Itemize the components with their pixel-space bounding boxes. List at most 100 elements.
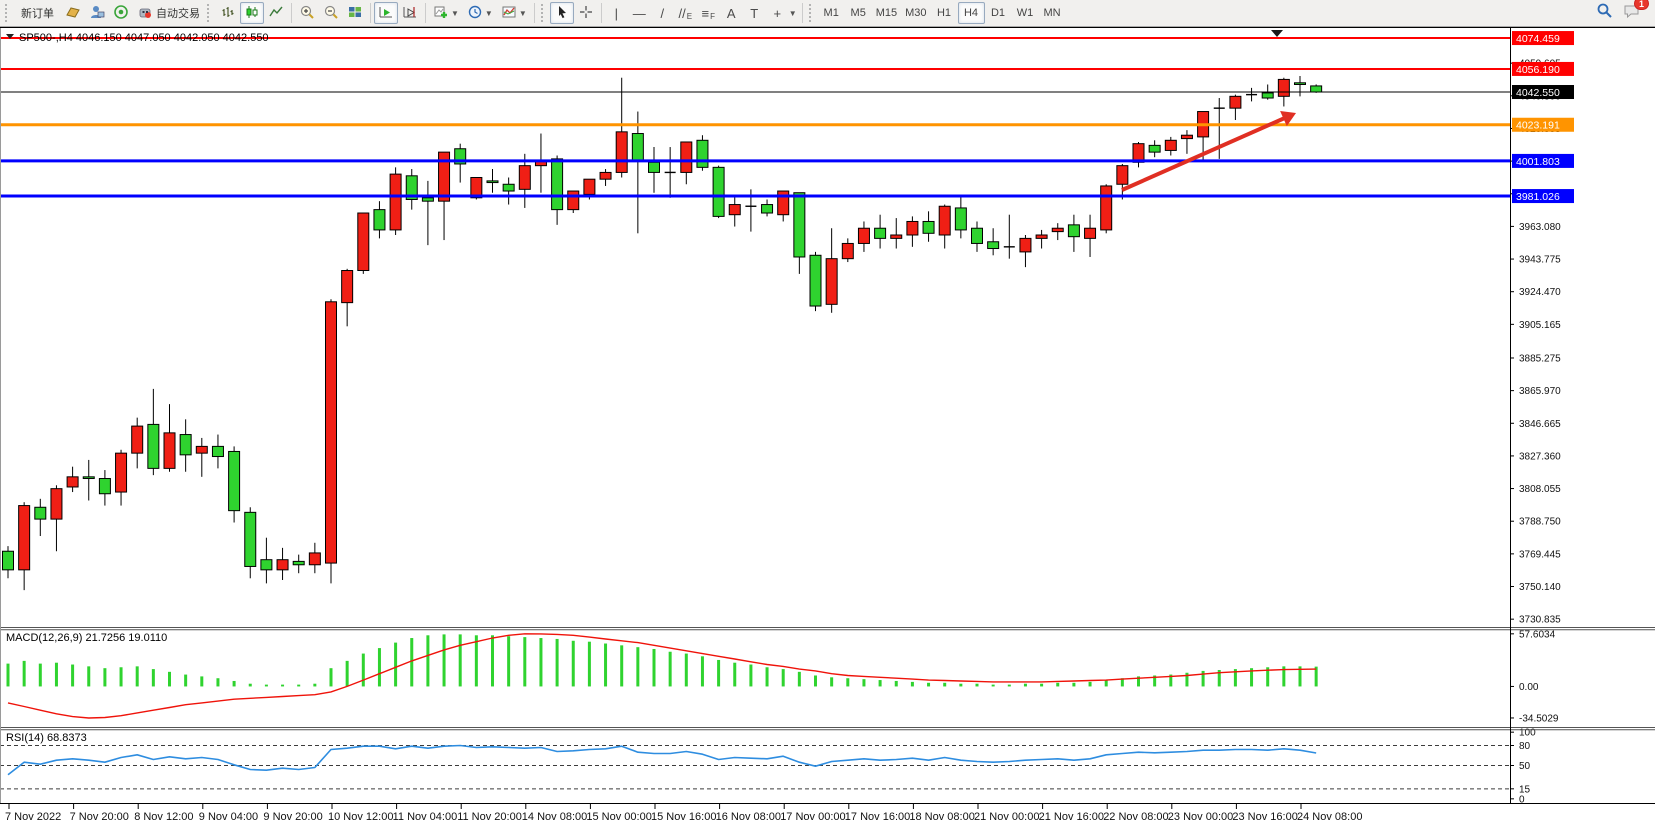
text-label-tool-button[interactable]: T [743, 2, 766, 24]
macd-bar [7, 664, 10, 687]
fibonacci-tool-button[interactable]: ≡F [697, 2, 720, 24]
candle-body [358, 213, 369, 270]
indicators-button[interactable]: ▼ [429, 2, 463, 24]
line-chart-button[interactable] [264, 2, 288, 24]
time-axis-label: 8 Nov 12:00 [134, 811, 193, 823]
chart-area[interactable]: 4059.6054040.3004020.9954001.6903982.385… [0, 27, 1655, 827]
signals-button[interactable] [109, 2, 133, 24]
chevron-down-icon: ▼ [789, 9, 797, 18]
time-axis-label: 7 Nov 2022 [5, 811, 61, 823]
timeframe-button-M5[interactable]: M5 [845, 2, 872, 24]
candle-body [245, 512, 256, 566]
candle-body [196, 446, 207, 453]
candle-body [762, 205, 773, 213]
time-axis-label: 21 Nov 16:00 [1039, 811, 1104, 823]
toolbar-grip[interactable] [5, 4, 9, 22]
macd-bar [539, 638, 542, 686]
candle-body [1068, 225, 1079, 237]
price-axis-label: 3730.835 [1519, 615, 1561, 626]
signal-radar-icon [113, 4, 129, 23]
macd-bar [943, 683, 946, 687]
macd-bar [1024, 684, 1027, 687]
zoom-out-button[interactable] [319, 2, 343, 24]
templates-button[interactable]: ▼ [497, 2, 531, 24]
timeframe-button-MN[interactable]: MN [1039, 2, 1066, 24]
community-button[interactable] [85, 2, 109, 24]
cursor-arrow-icon [554, 4, 570, 23]
trendline-tool-button[interactable]: / [651, 2, 674, 24]
time-axis-label: 9 Nov 20:00 [263, 811, 322, 823]
timeframe-button-D1[interactable]: D1 [985, 2, 1012, 24]
toolbar-separator [802, 3, 803, 23]
toolbar-grip[interactable] [809, 4, 813, 22]
time-axis-label: 18 Nov 08:00 [909, 811, 974, 823]
notifications-button[interactable]: 1 [1623, 3, 1641, 24]
macd-bar [620, 645, 623, 686]
macd-bar [701, 656, 704, 686]
price-axis-label: 3963.080 [1519, 222, 1561, 233]
candle-body [649, 162, 660, 172]
text-tool-button[interactable]: A [720, 2, 743, 24]
candle-body [342, 271, 353, 303]
candle-body [729, 205, 740, 215]
price-badge-label: 4074.459 [1516, 33, 1560, 45]
equidistant-channel-tool-button[interactable]: //E [674, 2, 697, 24]
time-axis-label: 11 Nov 20:00 [457, 811, 522, 823]
candle-body [810, 255, 821, 306]
chart-shift-button[interactable] [398, 2, 422, 24]
macd-bar [152, 669, 155, 686]
macd-axis-label: 57.6034 [1519, 629, 1556, 640]
timeframe-button-H1[interactable]: H1 [931, 2, 958, 24]
candlestick-chart-button[interactable] [240, 2, 264, 24]
time-axis-label: 10 Nov 12:00 [328, 811, 393, 823]
candle-body [616, 132, 627, 173]
price-axis-label: 3924.470 [1519, 287, 1561, 298]
auto-scroll-button[interactable] [374, 2, 398, 24]
search-icon[interactable] [1596, 2, 1613, 24]
macd-bar [71, 665, 74, 687]
time-axis-label: 21 Nov 00:00 [974, 811, 1039, 823]
periods-button[interactable]: ▼ [463, 2, 497, 24]
vertical-line-tool-button[interactable]: | [605, 2, 628, 24]
toolbar-grip[interactable] [541, 4, 545, 22]
timeframe-button-W1[interactable]: W1 [1012, 2, 1039, 24]
text-label-tool-icon: T [750, 6, 758, 21]
zoom-in-button[interactable] [295, 2, 319, 24]
timeframe-button-H4[interactable]: H4 [958, 2, 985, 24]
timeframe-button-M30[interactable]: M30 [901, 2, 930, 24]
timeframe-button-M1[interactable]: M1 [818, 2, 845, 24]
candle-body [1020, 238, 1031, 252]
bar-chart-button[interactable] [216, 2, 240, 24]
horizontal-line-tool-button[interactable]: — [628, 2, 651, 24]
timeframe-button-M15[interactable]: M15 [872, 2, 901, 24]
autotrading-button[interactable]: 自动交易 [133, 2, 204, 24]
price-axis-label: 3750.140 [1519, 582, 1561, 593]
macd-bar [103, 668, 106, 686]
macd-bar [959, 684, 962, 687]
time-axis-label: 11 Nov 04:00 [393, 811, 458, 823]
trendline-tool-icon: / [660, 6, 664, 21]
horizontal-line-tool-icon: — [633, 6, 646, 21]
candle-body [875, 228, 886, 238]
new-order-button[interactable]: 新订单 [14, 2, 61, 24]
rsi-axis-label: 50 [1519, 761, 1531, 772]
price-axis-label: 3846.665 [1519, 419, 1561, 430]
price-badge-label: 4042.550 [1516, 87, 1560, 99]
macd-bar [265, 685, 268, 687]
tile-windows-button[interactable] [343, 2, 367, 24]
price-axis-label: 3827.360 [1519, 451, 1561, 462]
candle-body [148, 424, 159, 468]
macd-bar [39, 664, 42, 687]
arrows-tool-button[interactable]: + [766, 2, 789, 24]
macd-bar [136, 666, 139, 686]
macd-bar [426, 635, 429, 686]
cursor-button[interactable] [550, 2, 574, 24]
text-tool-icon: A [727, 6, 736, 21]
toolbar-grip[interactable] [207, 4, 211, 22]
candle-body [600, 172, 611, 179]
toolbar-right-group: 1 [1596, 2, 1641, 24]
market-button[interactable] [61, 2, 85, 24]
crosshair-button[interactable] [574, 2, 598, 24]
macd-bar [782, 669, 785, 686]
candle-body [794, 193, 805, 257]
